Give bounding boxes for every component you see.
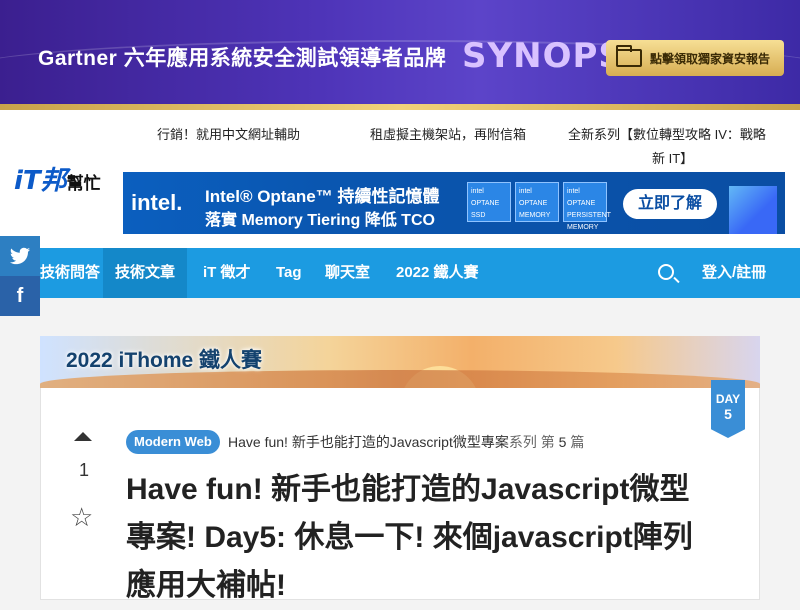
nav-item-qa[interactable]: 技術問答 bbox=[28, 248, 112, 298]
article-title-line2: 專案! Day5: 休息一下! 來個javascript陣列 bbox=[126, 521, 693, 554]
article-title-line3: 應用大補帖! bbox=[126, 569, 286, 602]
vote-count: 1 bbox=[78, 460, 89, 480]
nav-item-jobs[interactable]: iT 徵才 bbox=[191, 248, 263, 298]
optane-ssd-chip: intel OPTANE SSD bbox=[467, 182, 511, 222]
nav-item-ironman[interactable]: 2022 鐵人賽 bbox=[384, 248, 491, 298]
series-link[interactable]: Have fun! 新手也能打造的Javascript微型專案 bbox=[228, 434, 509, 450]
intel-logo: intel. bbox=[131, 190, 183, 215]
article-title: Have fun! 新手也能打造的Javascript微型 專案! Day5: … bbox=[126, 466, 736, 610]
optane-pmem-chip: intel OPTANE PERSISTENT MEMORY bbox=[563, 182, 611, 231]
ad-headline: Gartner 六年應用系統安全測試領導者品牌 bbox=[38, 47, 447, 70]
article-title-line1: Have fun! 新手也能打造的Javascript微型 bbox=[126, 473, 690, 506]
tag-pill[interactable]: Modern Web bbox=[126, 430, 220, 454]
ad-cta-button[interactable]: 點擊領取獨家資安報告 bbox=[606, 40, 784, 76]
intel-ad-line1: Intel® Optane™ 持續性記憶體 bbox=[205, 187, 440, 206]
nav-item-articles[interactable]: 技術文章 bbox=[103, 248, 188, 298]
upvote-icon[interactable] bbox=[74, 432, 92, 441]
folder-icon bbox=[616, 45, 642, 67]
search-icon[interactable] bbox=[658, 264, 674, 280]
nav-item-tag[interactable]: Tag bbox=[264, 248, 314, 298]
nav-item-chat[interactable]: 聊天室 bbox=[313, 248, 382, 298]
login-link[interactable]: 登入/註冊 bbox=[690, 248, 778, 298]
promo-link-hosting[interactable]: 租虛擬主機架站，再附信箱 bbox=[370, 122, 526, 148]
facebook-icon: f bbox=[16, 285, 24, 307]
main-navbar: 技術問答 技術文章 iT 徵才 Tag 聊天室 2022 鐵人賽 登入/註冊 bbox=[0, 248, 800, 298]
twitter-share-button[interactable] bbox=[0, 236, 40, 276]
facebook-share-button[interactable]: f bbox=[0, 276, 40, 316]
optane-memory-chip: intel OPTANE MEMORY bbox=[515, 182, 559, 222]
series-line: Have fun! 新手也能打造的Javascript微型專案系列 第 5 篇 bbox=[228, 430, 584, 454]
day-label: DAY bbox=[715, 392, 741, 406]
day-number: 5 bbox=[724, 406, 732, 422]
logo-main: iT邦 bbox=[14, 166, 67, 196]
intel-ad-line2: 落實 Memory Tiering 降低 TCO bbox=[205, 212, 435, 229]
bookmark-star-icon[interactable]: ☆ bbox=[70, 504, 93, 530]
promo-link-series-cont[interactable]: 新 IT】 bbox=[652, 146, 693, 172]
intel-ad-decoration bbox=[729, 186, 777, 234]
logo-sub: 幫忙 bbox=[66, 174, 101, 194]
promo-link-series[interactable]: 全新系列【數位轉型攻略 IV：戰略 bbox=[568, 122, 766, 148]
series-unit: 篇 bbox=[570, 434, 585, 450]
series-index: 5 bbox=[558, 434, 567, 450]
promo-link-domain[interactable]: 行銷！就用中文網址輔助 bbox=[157, 122, 300, 148]
ironman-title: 2022 iThome 鐵人賽 bbox=[66, 349, 263, 372]
day-badge: DAY 5 bbox=[711, 380, 745, 438]
twitter-icon bbox=[9, 247, 31, 265]
ad-cta-label: 點擊領取獨家資安報告 bbox=[650, 51, 771, 66]
series-suffix: 系列 第 bbox=[508, 434, 555, 450]
intel-ad-cta-button[interactable]: 立即了解 bbox=[623, 189, 717, 219]
site-logo[interactable]: iT邦幫忙 bbox=[14, 160, 101, 197]
intel-ad-banner[interactable]: intel. Intel® Optane™ 持續性記憶體 落實 Memory T… bbox=[123, 172, 785, 234]
top-ad-banner[interactable]: Gartner 六年應用系統安全測試領導者品牌 SYNOPSYS 點擊領取獨家資… bbox=[0, 0, 800, 110]
